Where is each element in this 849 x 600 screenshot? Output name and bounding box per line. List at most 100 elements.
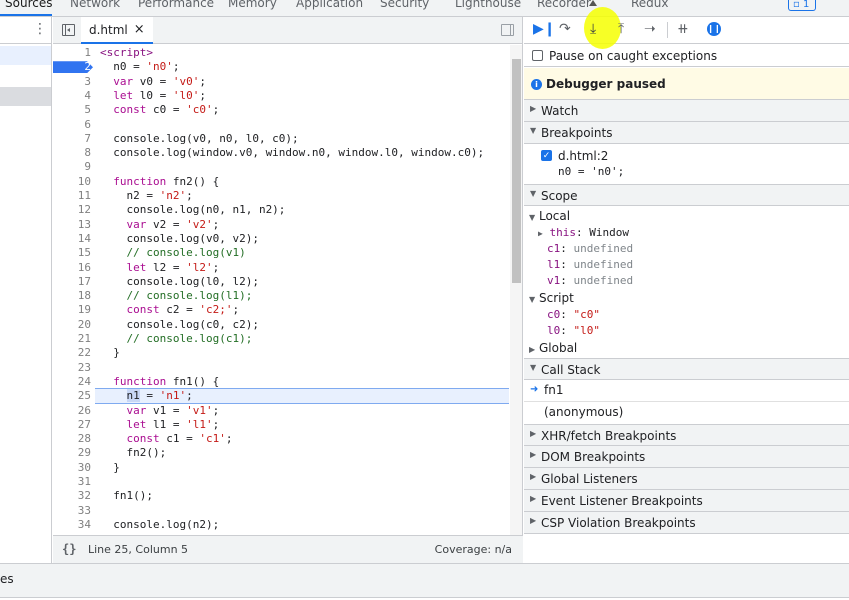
line-number[interactable]: 21 <box>53 332 91 346</box>
line-number[interactable]: 3 <box>53 75 91 89</box>
code-line[interactable]: 8 console.log(window.v0, window.n0, wind… <box>53 146 509 160</box>
code-line[interactable]: 19 const c2 = 'c2;'; <box>53 303 509 317</box>
toggle-debugger-icon[interactable] <box>501 24 514 36</box>
line-number[interactable]: 10 <box>53 175 91 189</box>
line-number[interactable]: 11 <box>53 189 91 203</box>
line-number[interactable]: 29 <box>53 446 91 460</box>
line-number[interactable]: 30 <box>53 461 91 475</box>
code-line[interactable]: 31 <box>53 475 509 489</box>
line-number[interactable]: 34 <box>53 518 91 532</box>
code-line[interactable]: 17 console.log(l0, l2); <box>53 275 509 289</box>
line-number[interactable]: 32 <box>53 489 91 503</box>
code-line[interactable]: 21 // console.log(c1); <box>53 332 509 346</box>
code-line[interactable]: 30 } <box>53 461 509 475</box>
code-line[interactable]: 7 console.log(v0, n0, l0, c0); <box>53 132 509 146</box>
code-line[interactable]: 18 // console.log(l1); <box>53 289 509 303</box>
line-number[interactable]: 17 <box>53 275 91 289</box>
section-watch[interactable]: ▶ Watch <box>524 100 849 122</box>
line-number[interactable]: 9 <box>53 160 91 174</box>
line-number[interactable]: 2 <box>53 60 91 74</box>
line-number[interactable]: 20 <box>53 318 91 332</box>
line-number[interactable]: 6 <box>53 118 91 132</box>
pause-on-exceptions-icon[interactable]: ❙❙ <box>707 22 721 36</box>
code-line[interactable]: 3 var v0 = 'v0'; <box>53 75 509 89</box>
code-line[interactable]: 28 const c1 = 'c1'; <box>53 432 509 446</box>
code-line[interactable]: 27 let l1 = 'l1'; <box>53 418 509 432</box>
line-number[interactable]: 12 <box>53 203 91 217</box>
line-number[interactable]: 8 <box>53 146 91 160</box>
section-dom-breakpoints[interactable]: ▶ DOM Breakpoints <box>524 446 849 468</box>
editor-scrollbar[interactable] <box>510 45 522 535</box>
code-line[interactable]: 26 var v1 = 'v1'; <box>53 404 509 418</box>
line-number[interactable]: 31 <box>53 475 91 489</box>
code-line[interactable]: 13 var v2 = 'v2'; <box>53 218 509 232</box>
line-number[interactable]: 33 <box>53 504 91 518</box>
pretty-print-icon[interactable]: {} <box>62 542 76 556</box>
section-csp-violation-breakpoints[interactable]: ▶ CSP Violation Breakpoints <box>524 512 849 534</box>
line-number[interactable]: 19 <box>53 303 91 317</box>
code-line[interactable]: 9 <box>53 160 509 174</box>
code-line[interactable]: 1 <script> <box>53 46 509 60</box>
line-number[interactable]: 28 <box>53 432 91 446</box>
code-line[interactable]: 10 function fn2() { <box>53 175 509 189</box>
code-line[interactable]: 14 console.log(v0, v2); <box>53 232 509 246</box>
tab-application[interactable]: Application <box>296 0 363 10</box>
resume-icon[interactable]: ▶❙ <box>533 21 556 37</box>
code-line[interactable]: 15 // console.log(v1) <box>53 246 509 260</box>
deactivate-breakpoints-icon[interactable]: ⧺ <box>677 21 689 37</box>
tab-redux[interactable]: Redux <box>631 0 669 10</box>
scope-script-toggle[interactable]: ▼ Script <box>529 291 574 305</box>
line-number[interactable]: 13 <box>53 218 91 232</box>
code-line[interactable]: 24 function fn1() { <box>53 375 509 389</box>
breakpoint-checkbox[interactable]: ✓ <box>541 150 552 161</box>
code-area[interactable]: 1 <script> 2 n0 = 'n0'; 3 var v0 = 'v0'; 4 l… <box>53 45 523 535</box>
pause-on-caught-row[interactable]: Pause on caught exceptions <box>524 45 849 67</box>
line-number[interactable]: 15 <box>53 246 91 260</box>
breakpoint-location[interactable]: d.html:2 <box>558 149 608 163</box>
call-frame-anonymous[interactable]: (anonymous) <box>544 405 623 419</box>
line-number[interactable]: 26 <box>53 404 91 418</box>
line-number[interactable]: 4 <box>53 89 91 103</box>
scope-local-toggle[interactable]: ▼ Local <box>529 209 570 223</box>
tab-lighthouse[interactable]: Lighthouse <box>455 0 521 10</box>
tab-network[interactable]: Network <box>70 0 120 10</box>
tab-performance[interactable]: Performance <box>138 0 214 10</box>
step-icon[interactable]: ➝ <box>644 21 656 37</box>
pause-on-caught-checkbox[interactable] <box>532 50 543 61</box>
code-line[interactable]: 2 n0 = 'n0'; <box>53 60 509 74</box>
code-line[interactable]: 12 console.log(n0, n1, n2); <box>53 203 509 217</box>
code-line[interactable]: 6 <box>53 118 509 132</box>
line-number[interactable]: 27 <box>53 418 91 432</box>
close-icon[interactable]: × <box>134 22 145 37</box>
code-line[interactable]: 33 <box>53 504 509 518</box>
line-number[interactable]: 5 <box>53 103 91 117</box>
drawer-tab-issues[interactable]: es <box>0 572 14 586</box>
tab-security[interactable]: Security <box>380 0 429 10</box>
editor-scroll-thumb[interactable] <box>512 59 521 283</box>
line-number[interactable]: 22 <box>53 346 91 360</box>
issues-badge[interactable]: ▫ 1 <box>788 0 816 11</box>
step-into-icon[interactable]: ⤓ <box>590 21 596 37</box>
call-frame-fn1[interactable]: fn1 <box>544 383 563 397</box>
tab-sources[interactable]: Sources <box>5 0 52 10</box>
code-line[interactable]: 22 } <box>53 346 509 360</box>
section-xhr-breakpoints[interactable]: ▶ XHR/fetch Breakpoints <box>524 424 849 446</box>
scope-var-this[interactable]: ▶ this: Window <box>538 226 629 239</box>
line-number[interactable]: 7 <box>53 132 91 146</box>
line-number[interactable]: 25 <box>53 389 91 403</box>
line-number[interactable]: 24 <box>53 375 91 389</box>
code-line[interactable]: 34 console.log(n2); <box>53 518 509 532</box>
line-number[interactable]: 23 <box>53 361 91 375</box>
line-number[interactable]: 18 <box>53 289 91 303</box>
code-line[interactable]: 29 fn2(); <box>53 446 509 460</box>
code-line[interactable]: 23 <box>53 361 509 375</box>
section-scope[interactable]: ▼ Scope <box>524 184 849 206</box>
navigator-selected-row[interactable] <box>0 46 51 65</box>
code-line[interactable]: 11 n2 = 'n2'; <box>53 189 509 203</box>
line-number[interactable]: 16 <box>53 261 91 275</box>
tab-recorder[interactable]: Recorder <box>537 0 591 10</box>
scope-global-toggle[interactable]: ▶ Global <box>529 341 577 355</box>
section-event-listener-breakpoints[interactable]: ▶ Event Listener Breakpoints <box>524 490 849 512</box>
section-global-listeners[interactable]: ▶ Global Listeners <box>524 468 849 490</box>
code-line[interactable]: 16 let l2 = 'l2'; <box>53 261 509 275</box>
